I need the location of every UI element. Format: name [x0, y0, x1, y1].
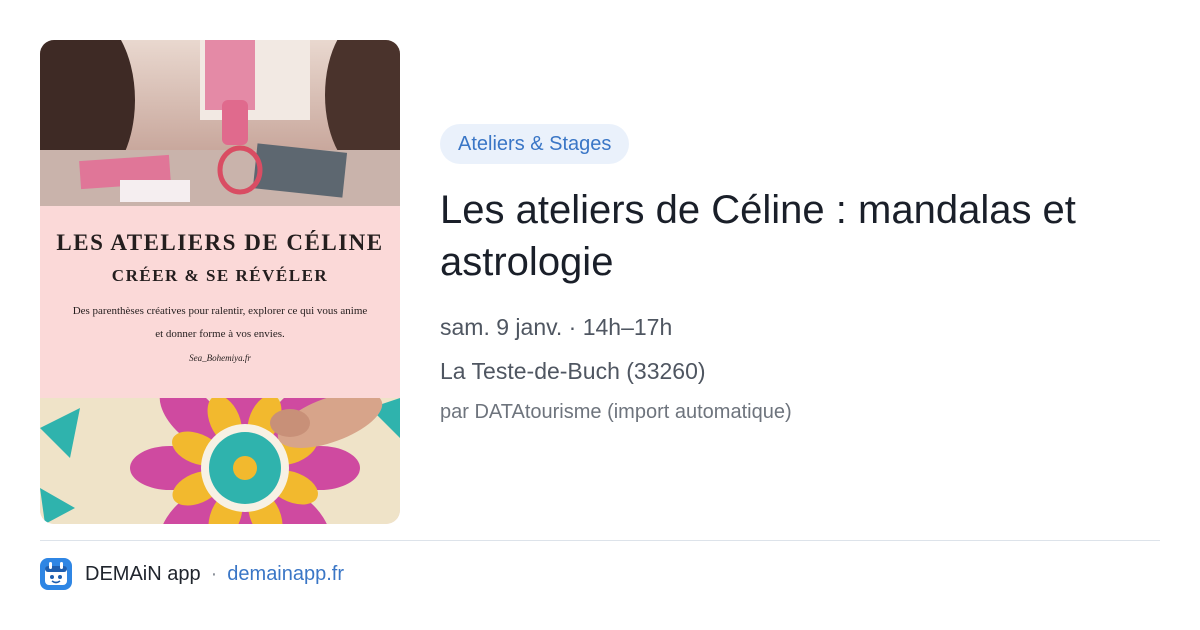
poster-subtitle: CRÉER & SE RÉVÉLER [111, 266, 329, 285]
event-title[interactable]: Les ateliers de Céline : mandalas et ast… [440, 184, 1160, 288]
event-datetime: sam. 9 janv. · 14h–17h [440, 314, 673, 340]
poster-title: LES ATELIERS DE CÉLINE [56, 230, 384, 255]
app-domain-link[interactable]: demainapp.fr [227, 563, 344, 586]
event-location: La Teste-de-Buch (33260) [440, 358, 706, 384]
event-poster-image[interactable]: LES ATELIERS DE CÉLINE CRÉER & SE RÉVÉLE… [40, 40, 400, 524]
footer-divider [40, 540, 1160, 541]
category-tag[interactable]: Ateliers & Stages [440, 124, 630, 164]
footer: DEMAiN app · demainapp.fr [40, 557, 344, 591]
footer-separator: · [210, 562, 218, 585]
poster-description: Des parenthèses créatives pour ralentir,… [72, 305, 368, 340]
event-source: par DATAtourisme (import automatique) [440, 401, 792, 423]
event-info: Ateliers & Stages Les ateliers de Céline… [440, 124, 1160, 426]
mandala-photo [40, 398, 400, 524]
poster-text-band: LES ATELIERS DE CÉLINE CRÉER & SE RÉVÉLE… [40, 206, 400, 398]
app-logo-icon [40, 558, 72, 590]
workshop-photo [40, 40, 400, 206]
poster-credit: Sea_Bohemiya.fr [189, 353, 251, 363]
app-name: DEMAiN app [85, 562, 201, 585]
